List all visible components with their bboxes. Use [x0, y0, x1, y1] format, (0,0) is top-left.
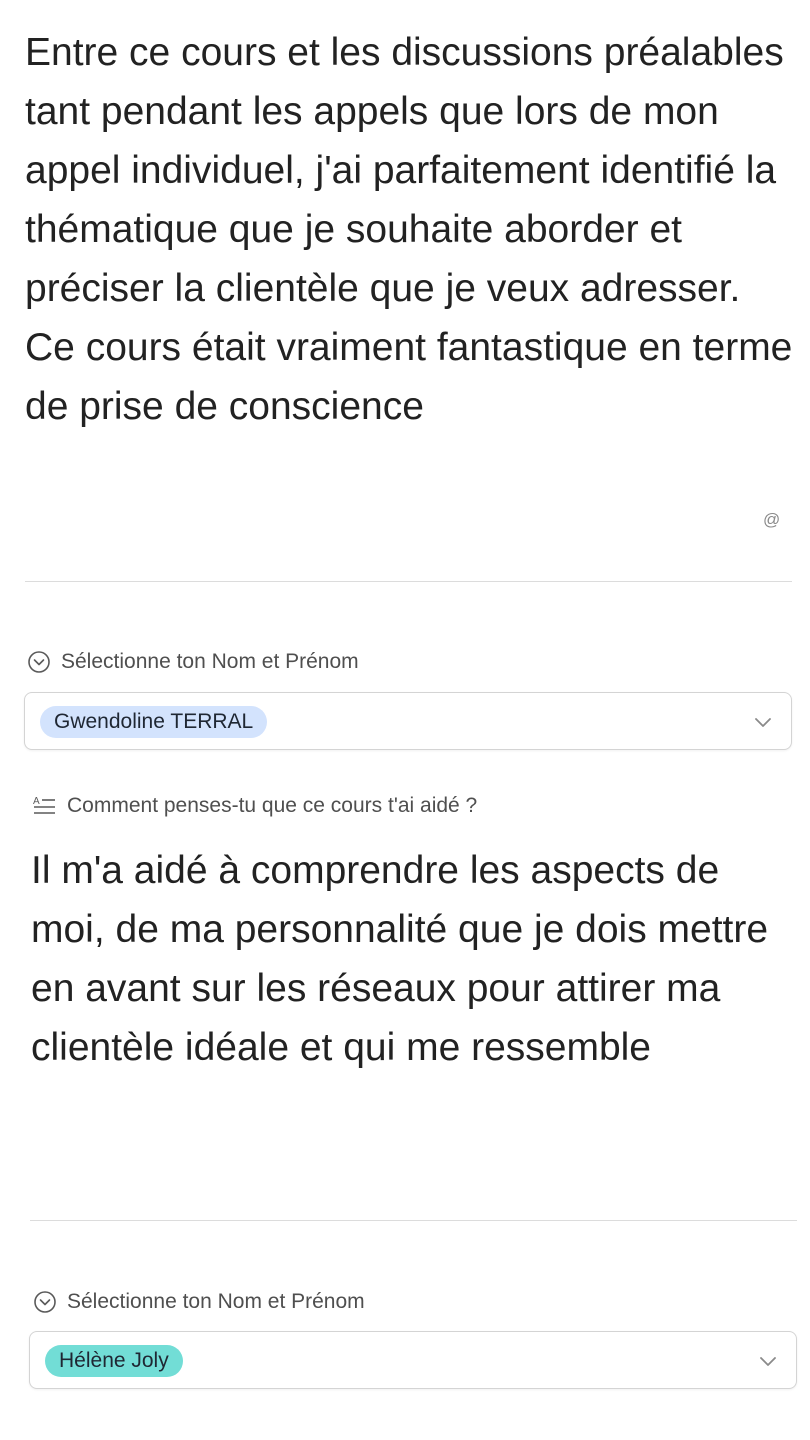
- svg-text:A: A: [33, 796, 40, 807]
- answer-text[interactable]: Il m'a aidé à comprendre les aspects de …: [31, 841, 799, 1077]
- name-field-label-text: Sélectionne ton Nom et Prénom: [61, 650, 359, 673]
- selected-name-chip: Hélène Joly: [45, 1345, 183, 1377]
- name-field-label: Sélectionne ton Nom et Prénom: [27, 650, 359, 674]
- chevron-down-icon[interactable]: [753, 712, 773, 732]
- divider: [25, 581, 792, 582]
- circle-chevron-down-icon: [34, 1291, 56, 1313]
- question-label: A Comment penses-tu que ce cours t'ai ai…: [33, 794, 477, 818]
- name-select[interactable]: Hélène Joly: [29, 1331, 797, 1389]
- selected-name-chip: Gwendoline TERRAL: [40, 706, 268, 738]
- mention-icon[interactable]: @: [763, 510, 780, 530]
- long-text-icon: A: [33, 796, 55, 814]
- record-1: Entre ce cours et les discussions préala…: [0, 0, 810, 760]
- name-field-label-text: Sélectionne ton Nom et Prénom: [67, 1290, 365, 1313]
- circle-chevron-down-icon: [28, 651, 50, 673]
- name-select[interactable]: Gwendoline TERRAL: [24, 692, 792, 750]
- answer-text[interactable]: Entre ce cours et les discussions préala…: [25, 23, 800, 436]
- name-field-label: Sélectionne ton Nom et Prénom: [33, 1290, 365, 1314]
- record-2: A Comment penses-tu que ce cours t'ai ai…: [0, 760, 810, 1440]
- chevron-down-icon[interactable]: [758, 1351, 778, 1371]
- divider: [30, 1220, 797, 1221]
- question-label-text: Comment penses-tu que ce cours t'ai aidé…: [67, 794, 478, 817]
